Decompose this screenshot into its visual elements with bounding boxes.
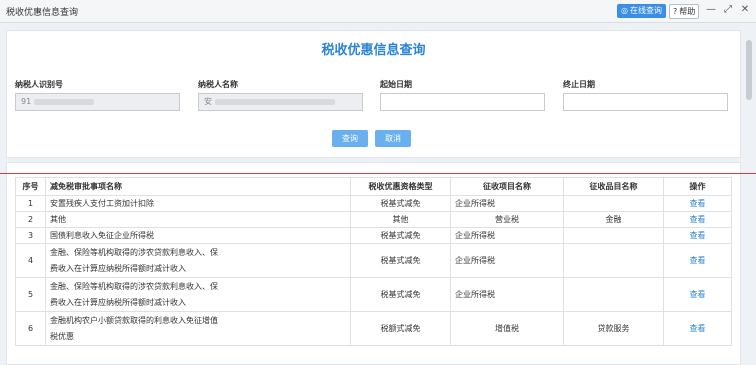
cell-type: 税基式减免 [350, 277, 451, 312]
cell-no: 3 [15, 227, 46, 244]
cell-name-line: 金融、保险等机构取得的涉农贷款利息收入、保 [50, 281, 218, 291]
cancel-button[interactable]: 取消 [375, 130, 411, 147]
query-button[interactable]: 查询 [332, 130, 368, 147]
redacted-text [34, 98, 95, 105]
help-button[interactable]: ? 帮助 [669, 4, 700, 19]
col-header-no: 序号 [15, 177, 46, 196]
results-panel: 序号 减免税审批事项名称 税收优惠资格类型 征收项目名称 征收品目名称 操作 1… [6, 162, 741, 365]
help-label: 帮助 [679, 7, 696, 16]
taxpayer-id-value: 91 [21, 97, 32, 106]
start-date-label: 起始日期 [380, 80, 412, 89]
cell-name: 金融、保险等机构取得的涉农贷款利息收入、保 费收入在计算应纳税所得额时减计收入 [45, 277, 351, 312]
cell-name: 其他 [45, 211, 351, 228]
minimize-icon[interactable]: — [705, 4, 717, 16]
cell-project: 企业所得税 [450, 243, 564, 278]
table-row: 2 其他 其他 营业税 金融 查看 [15, 211, 732, 228]
cell-project: 企业所得税 [450, 195, 564, 212]
cell-project: 增值税 [450, 311, 564, 346]
results-table: 序号 减免税审批事项名称 税收优惠资格类型 征收项目名称 征收品目名称 操作 1… [15, 177, 732, 346]
query-panel: 税收优惠信息查询 纳税人识别号 91 纳税人名称 安 起始日期 终止日期 查询 … [6, 30, 741, 158]
col-header-item: 征收品目名称 [563, 177, 664, 196]
end-date-field[interactable] [563, 93, 728, 111]
cell-name: 金融机构农户小额贷款取得的利息收入免征增值 税优惠 [45, 311, 351, 346]
cell-name-line: 金融、保险等机构取得的涉农贷款利息收入、保 [50, 247, 218, 257]
cell-item: 贷款服务 [563, 311, 664, 346]
view-link[interactable]: 查看 [663, 311, 732, 346]
cell-no: 2 [15, 211, 46, 228]
page-title: 税收优惠信息查询 [321, 43, 426, 58]
view-link[interactable]: 查看 [663, 227, 732, 244]
view-link[interactable]: 查看 [663, 277, 732, 312]
online-query-label: 在线查询 [629, 6, 662, 15]
cell-no: 1 [15, 195, 46, 212]
cell-no: 4 [15, 243, 46, 278]
taxpayer-id-label: 纳税人识别号 [15, 80, 63, 89]
redacted-text [215, 98, 335, 105]
view-link[interactable]: 查看 [663, 195, 732, 212]
cell-item [563, 277, 664, 312]
table-row: 1 安置残疾人支付工资加计扣除 税基式减免 企业所得税 查看 [15, 195, 732, 212]
cell-type: 税基式减免 [350, 243, 451, 278]
cell-type: 其他 [350, 211, 451, 228]
cell-name-line: 税优惠 [50, 331, 74, 341]
col-header-type: 税收优惠资格类型 [350, 177, 451, 196]
table-row: 4 金融、保险等机构取得的涉农贷款利息收入、保 费收入在计算应纳税所得额时减计收入… [15, 243, 732, 278]
table-header-row: 序号 减免税审批事项名称 税收优惠资格类型 征收项目名称 征收品目名称 操作 [15, 177, 732, 196]
cell-project: 企业所得税 [450, 277, 564, 312]
cell-item [563, 243, 664, 278]
cell-name: 金融、保险等机构取得的涉农贷款利息收入、保 费收入在计算应纳税所得额时减计收入 [45, 243, 351, 278]
cell-name-line: 费收入在计算应纳税所得额时减计收入 [50, 297, 186, 307]
cell-item [563, 195, 664, 212]
cell-no: 6 [15, 311, 46, 346]
cell-type: 税额式减免 [350, 311, 451, 346]
maximize-icon[interactable]: ⤢ [722, 4, 734, 16]
table-row: 5 金融、保险等机构取得的涉农贷款利息收入、保 费收入在计算应纳税所得额时减计收入… [15, 277, 732, 312]
taxpayer-name-value: 安 [204, 97, 212, 106]
cell-project: 营业税 [450, 211, 564, 228]
headset-icon: ◎ [621, 6, 628, 15]
online-query-button[interactable]: ◎ 在线查询 [617, 4, 666, 18]
cell-name: 国债利息收入免征企业所得税 [45, 227, 351, 244]
taxpayer-name-label: 纳税人名称 [198, 80, 238, 89]
table-row: 3 国债利息收入免征企业所得税 税基式减免 企业所得税 查看 [15, 227, 732, 244]
cell-item [563, 227, 664, 244]
start-date-field[interactable] [380, 93, 545, 111]
close-icon[interactable]: ✕ [739, 4, 751, 16]
annotation-line [0, 173, 756, 174]
window-title: 税收优惠信息查询 [6, 8, 79, 18]
col-header-action: 操作 [663, 177, 732, 196]
help-icon: ? [673, 7, 678, 16]
view-link[interactable]: 查看 [663, 211, 732, 228]
cell-type: 税基式减免 [350, 195, 451, 212]
taxpayer-name-field[interactable]: 安 [198, 93, 363, 111]
col-header-project: 征收项目名称 [450, 177, 564, 196]
col-header-name: 减免税审批事项名称 [45, 177, 351, 196]
cell-project: 企业所得税 [450, 227, 564, 244]
cell-type: 税基式减免 [350, 227, 451, 244]
cell-no: 5 [15, 277, 46, 312]
cell-name: 安置残疾人支付工资加计扣除 [45, 195, 351, 212]
taxpayer-id-field[interactable]: 91 [15, 93, 180, 111]
cell-name-line: 金融机构农户小额贷款取得的利息收入免征增值 [50, 315, 218, 325]
end-date-label: 终止日期 [563, 80, 595, 89]
cell-name-line: 费收入在计算应纳税所得额时减计收入 [50, 263, 186, 273]
table-row: 6 金融机构农户小额贷款取得的利息收入免征增值 税优惠 税额式减免 增值税 贷款服… [15, 311, 732, 346]
scrollbar[interactable] [746, 40, 752, 100]
title-bar: 税收优惠信息查询 ◎ 在线查询 ? 帮助 — ⤢ ✕ [0, 0, 756, 23]
cell-item: 金融 [563, 211, 664, 228]
view-link[interactable]: 查看 [663, 243, 732, 278]
